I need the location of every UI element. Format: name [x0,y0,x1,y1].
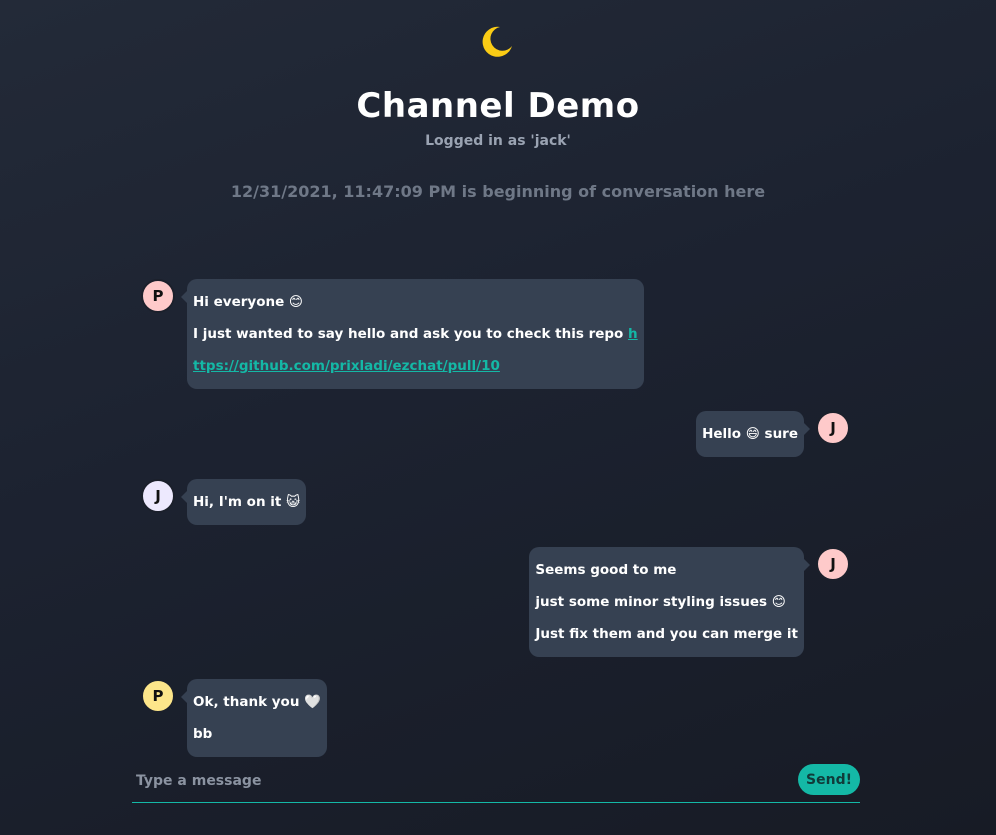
page-title: Channel Demo [356,86,640,126]
message-bubble: Ok, thank you 🤍 bb [181,679,327,757]
moon-icon [482,26,512,57]
message-line: ttps://github.com/prixladi/ezchat/pull/1… [193,350,638,382]
avatar: J [141,479,175,513]
conversation-start-notice: 12/31/2021, 11:47:09 PM is beginning of … [230,182,766,201]
message-line: bb [193,726,213,742]
message-item: J Hi, I'm on it 😺 [141,479,307,525]
message-item: Seems good to me just some minor styling… [529,547,850,657]
message-composer: Send! [132,762,860,803]
avatar: P [141,679,175,713]
message-line: just some minor styling issues 😊 [535,594,786,610]
avatar-initial: J [830,419,836,437]
message-line: Seems good to me [535,562,677,578]
message-bubble: Hi, I'm on it 😺 [180,479,307,525]
message-line: Hi, I'm on it 😺 [193,494,301,510]
avatar: J [816,547,850,581]
message-line: Ok, thank you 🤍 [193,694,321,710]
message-line: Just fix them and you can merge it [535,626,798,642]
logged-in-label: Logged in as 'jack' [425,133,571,149]
avatar-initial: J [155,487,161,505]
avatar-initial: P [152,687,164,705]
message-line: I just wanted to say hello and ask you t… [193,318,638,350]
message-bubble: Hello 😄 sure [696,411,810,457]
avatar: J [816,411,850,445]
avatar-initial: P [152,287,164,305]
message-item: P Ok, thank you 🤍 bb [141,679,327,757]
message-line: Hello 😄 sure [702,426,798,442]
avatar: P [141,279,175,313]
message-bubble: Seems good to me just some minor styling… [529,547,810,657]
message-line-text: I just wanted to say hello and ask you t… [193,326,629,342]
send-button[interactable]: Send! [798,764,860,795]
repo-link[interactable]: h [628,326,638,342]
message-line: Hi everyone 😊 [193,294,304,310]
repo-link[interactable]: ttps://github.com/prixladi/ezchat/pull/1… [193,358,500,374]
message-input[interactable] [132,762,778,800]
message-item: P Hi everyone 😊 I just wanted to say hel… [141,279,644,389]
avatar-initial: J [830,555,836,573]
message-item: Hello 😄 sure J [696,411,850,457]
message-bubble: Hi everyone 😊 I just wanted to say hello… [181,279,644,389]
